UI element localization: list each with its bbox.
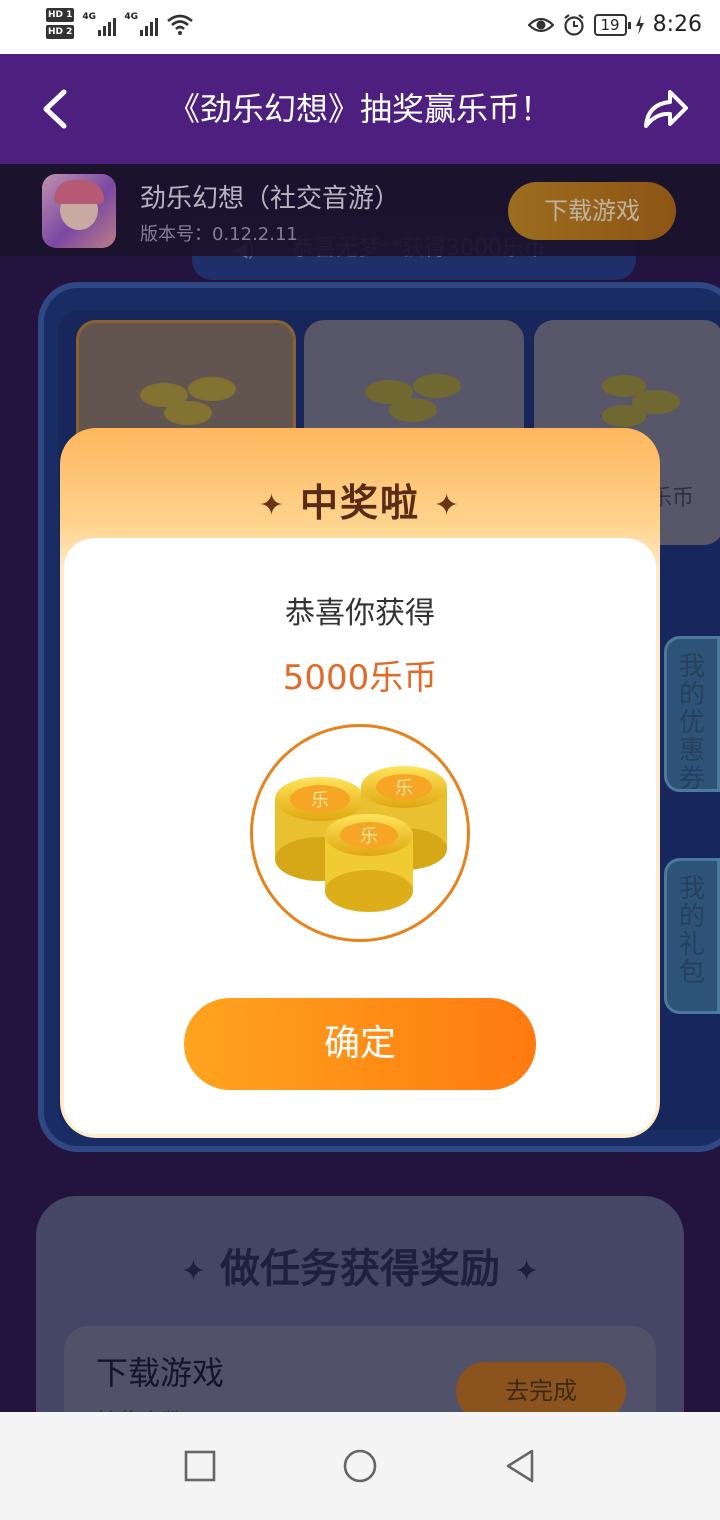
prize-dialog: ✦ 中奖啦 ✦ 恭喜你获得 5000乐币 乐 乐 乐 确定 bbox=[60, 428, 660, 1138]
status-bar: HD 1 HD 2 4G 4G 19 8:26 bbox=[0, 0, 720, 54]
hd1-badge: HD 1 bbox=[46, 8, 75, 22]
dialog-body: 恭喜你获得 5000乐币 乐 乐 乐 确定 bbox=[64, 538, 656, 1134]
share-icon[interactable] bbox=[640, 84, 690, 134]
confirm-button[interactable]: 确定 bbox=[184, 998, 536, 1090]
coin-glyph: 乐 bbox=[395, 778, 413, 799]
home-icon[interactable] bbox=[342, 1448, 378, 1484]
signal-1-icon: 4G bbox=[82, 11, 117, 36]
my-gifts-tab[interactable]: 我的礼包 bbox=[664, 858, 720, 1014]
network-type-2: 4G bbox=[124, 11, 139, 22]
dialog-title: ✦ 中奖啦 ✦ bbox=[60, 472, 660, 527]
charging-icon bbox=[635, 14, 644, 35]
back-triangle-icon[interactable] bbox=[502, 1448, 538, 1484]
back-arrow-icon[interactable] bbox=[34, 84, 78, 134]
coin-glyph: 乐 bbox=[311, 790, 329, 811]
nav-bar: 《劲乐幻想》抽奖赢乐币！ bbox=[0, 54, 720, 164]
sparkle-icon: ✦ bbox=[434, 488, 462, 523]
status-right: 19 8:26 bbox=[527, 12, 702, 37]
prize-amount: 5000乐币 bbox=[282, 658, 438, 698]
my-coupons-tab[interactable]: 我的优惠券 bbox=[664, 636, 720, 793]
hd2-badge: HD 2 bbox=[46, 25, 75, 39]
clock: 8:26 bbox=[652, 12, 702, 37]
dialog-title-text: 中奖啦 bbox=[299, 481, 420, 525]
coin-glyph: 乐 bbox=[360, 826, 378, 847]
coin-stack-icon: 乐 乐 乐 bbox=[275, 766, 447, 912]
wifi-icon bbox=[167, 14, 194, 35]
sparkle-icon: ✦ bbox=[258, 488, 286, 523]
prize-image: 乐 乐 乐 bbox=[250, 724, 470, 942]
hd-indicators: HD 1 HD 2 bbox=[46, 8, 75, 39]
eye-comfort-icon bbox=[527, 17, 554, 32]
recent-apps-icon[interactable] bbox=[182, 1448, 218, 1484]
status-left: HD 1 HD 2 4G 4G bbox=[46, 8, 194, 39]
page-title: 《劲乐幻想》抽奖赢乐币！ bbox=[167, 90, 552, 128]
system-nav-bar bbox=[0, 1412, 720, 1520]
congrats-text: 恭喜你获得 bbox=[285, 596, 435, 631]
signal-2-icon: 4G bbox=[124, 11, 159, 36]
network-type-1: 4G bbox=[82, 11, 97, 22]
alarm-icon bbox=[563, 13, 584, 36]
battery-indicator: 19 bbox=[593, 13, 631, 36]
